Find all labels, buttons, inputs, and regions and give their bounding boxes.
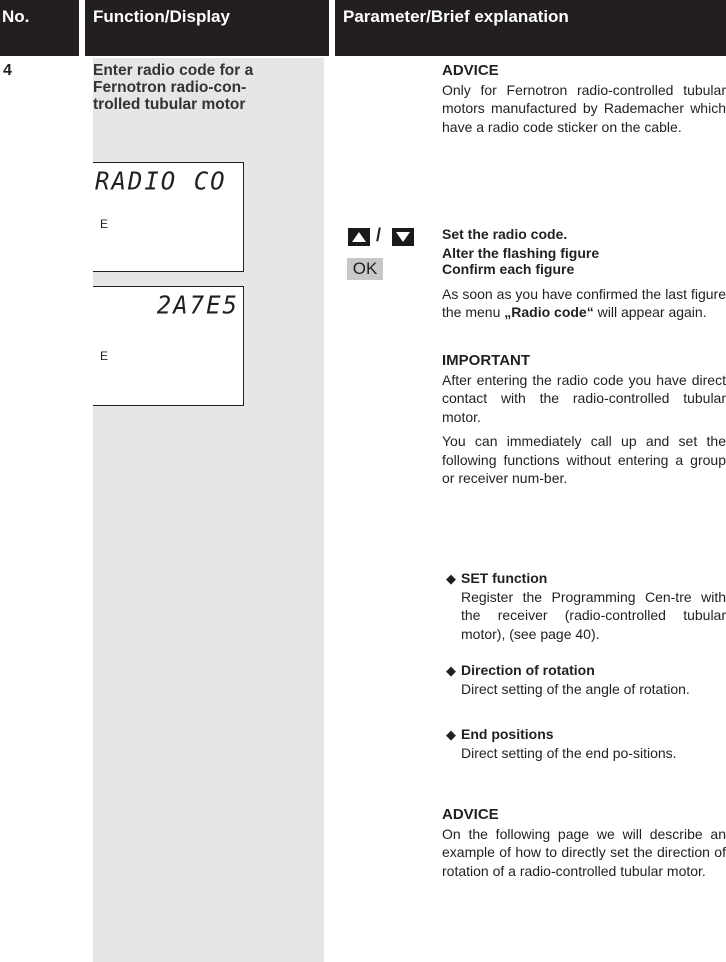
bullet-text: Register the Programming Cen-tre with th… [461, 588, 726, 642]
advice-heading: ADVICE [442, 62, 499, 79]
advice-section: ADVICE Only for Fernotron radio-controll… [442, 62, 726, 136]
important-text: After entering the radio code you have d… [442, 371, 726, 425]
lcd-display-radio-code: RADIO CO E [93, 162, 244, 272]
header-parameter-column: Parameter/Brief explanation [335, 0, 726, 56]
lcd-main-text: RADIO CO [95, 166, 227, 196]
step-title-line: Fernotron radio-con- [93, 79, 247, 96]
menu-name: „Radio code“ [504, 304, 594, 320]
confirm-text-part: will appear again. [593, 304, 707, 320]
step-title: Enter radio code for a Fernotron radio-c… [93, 62, 319, 113]
step-title-line: trolled tubular motor [93, 96, 246, 113]
confirm-section: Confirm each figure As soon as you have … [442, 260, 726, 322]
important-text: You can immediately call up and set the … [442, 433, 726, 486]
lcd-sub-text: E [100, 349, 109, 363]
bullet-title: End positions [461, 726, 554, 742]
advice-heading: ADVICE [442, 806, 499, 823]
advice-text: Only for Fernotron radio-controlled tubu… [442, 81, 726, 135]
bullet-diamond-icon: ◆ [446, 663, 456, 678]
bullet-diamond-icon: ◆ [446, 727, 456, 742]
arrow-up-key-icon [348, 228, 370, 246]
arrow-down-key-icon [392, 228, 414, 246]
bullet-diamond-icon: ◆ [446, 571, 456, 586]
ok-key-icon: OK [347, 258, 383, 280]
step-title-line: Enter radio code for a [93, 62, 254, 79]
bullet-item: SET function Register the Programming Ce… [461, 569, 726, 643]
bullet-item: End positions Direct setting of the end … [461, 725, 726, 762]
confirm-heading: Confirm each figure [442, 261, 575, 277]
lcd-display-code-entry: 2A7E5 E [93, 286, 244, 406]
advice-text: On the following page we will describe a… [442, 825, 726, 879]
header-function-column: Function/Display [85, 0, 329, 56]
set-code-instruction: Set the radio code. Alter the flashing f… [442, 225, 726, 262]
key-separator: / [376, 225, 382, 245]
header-no-label: No. [2, 7, 30, 26]
lcd-sub-text: E [100, 217, 109, 231]
lcd-main-text: 2A7E5 [156, 290, 239, 320]
step-number: 4 [3, 62, 12, 79]
header-function-label: Function/Display [93, 7, 230, 26]
advice-section: ADVICE On the following page we will des… [442, 806, 726, 880]
bullet-text: Direct setting of the end po-sitions. [461, 744, 677, 761]
important-heading: IMPORTANT [442, 352, 531, 369]
header-no-column: No. [0, 0, 79, 56]
bullet-text: Direct setting of the angle of rotation. [461, 680, 690, 697]
confirm-text: As soon as you have confirmed the last f… [442, 285, 726, 322]
bullet-title: SET function [461, 570, 548, 586]
header-parameter-label: Parameter/Brief explanation [343, 7, 569, 26]
important-section: IMPORTANT After entering the radio code … [442, 352, 726, 488]
instruction-line: Set the radio code. [442, 226, 568, 242]
bullet-title: Direction of rotation [461, 662, 595, 678]
bullet-item: Direction of rotation Direct setting of … [461, 661, 726, 698]
